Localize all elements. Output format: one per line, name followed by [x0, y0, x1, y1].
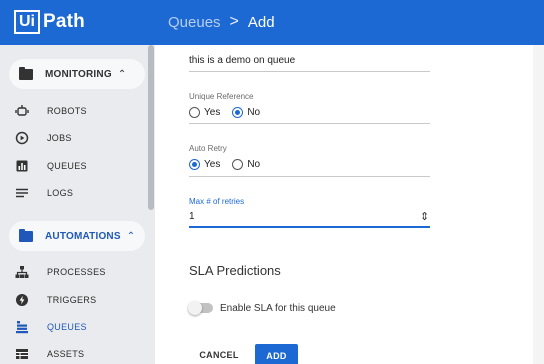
sidebar-item-label: QUEUES: [47, 322, 87, 332]
sidebar-item-triggers[interactable]: TRIGGERS: [14, 290, 96, 310]
hierarchy-icon: [14, 264, 30, 280]
sidebar-item-label: QUEUES: [47, 161, 87, 171]
sidebar-item-logs[interactable]: LOGS: [14, 183, 73, 203]
max-retries-underline: [189, 226, 430, 228]
sidebar-group-automations[interactable]: AUTOMATIONS ⌃: [9, 221, 145, 251]
radio-label: Yes: [204, 159, 221, 170]
lines-icon: [14, 185, 30, 201]
uipath-logo[interactable]: Ui Path: [14, 9, 85, 35]
unique-reference-label: Unique Reference: [189, 92, 254, 101]
unique-reference-no-radio[interactable]: [232, 107, 244, 118]
main-scrollbar[interactable]: [533, 45, 544, 364]
chevron-up-icon: ⌃: [126, 230, 136, 242]
sidebar-item-label: JOBS: [47, 133, 72, 143]
sidebar-item-label: PROCESSES: [47, 267, 106, 277]
sidebar-item-queues[interactable]: QUEUES: [14, 317, 87, 337]
play-circle-icon: [14, 130, 30, 146]
sidebar-group-label: AUTOMATIONS: [45, 230, 121, 242]
max-retries-input[interactable]: 1: [189, 211, 195, 222]
stack-icon: [14, 319, 30, 335]
sla-toggle-label: Enable SLA for this queue: [220, 303, 336, 314]
sla-predictions-title: SLA Predictions: [189, 263, 281, 278]
breadcrumb-queues[interactable]: Queues: [168, 14, 221, 31]
sidebar-group-monitoring[interactable]: MONITORING ⌃: [9, 59, 145, 89]
top-bar: Ui Path Queues > Add: [0, 0, 544, 45]
sidebar-item-label: ROBOTS: [47, 106, 87, 116]
auto-retry-radio-group: Yes No: [189, 159, 260, 170]
radio-label: No: [247, 159, 261, 170]
auto-retry-underline: [189, 176, 430, 177]
logo-text: Path: [43, 11, 85, 32]
unique-reference-underline: [189, 123, 430, 124]
sidebar-item-label: TRIGGERS: [47, 295, 97, 305]
sidebar-item-queues-monitoring[interactable]: QUEUES: [14, 156, 87, 176]
sidebar-item-jobs[interactable]: JOBS: [14, 128, 72, 148]
cancel-button[interactable]: CANCEL: [189, 344, 249, 364]
lightning-icon: [14, 292, 30, 308]
table-icon: [14, 346, 30, 362]
folder-icon: [19, 66, 33, 80]
sidebar-scrollbar[interactable]: [148, 45, 154, 210]
spinner-icon[interactable]: ⇕: [420, 210, 429, 223]
bar-chart-icon: [14, 158, 30, 174]
auto-retry-yes-radio[interactable]: [189, 159, 200, 170]
chevron-up-icon: ⌃: [117, 68, 127, 80]
auto-retry-no-radio[interactable]: [232, 159, 244, 170]
sidebar-item-processes[interactable]: PROCESSES: [14, 262, 106, 282]
max-retries-label: Max # of retries: [189, 197, 245, 206]
breadcrumb-current: Add: [247, 13, 275, 31]
logo-box: Ui: [14, 10, 40, 34]
sidebar-item-label: ASSETS: [47, 349, 85, 359]
folder-icon: [19, 228, 33, 242]
sidebar-item-label: LOGS: [47, 188, 74, 198]
sla-toggle[interactable]: [188, 301, 213, 315]
sidebar-item-assets[interactable]: ASSETS: [14, 344, 84, 364]
description-underline: [189, 71, 430, 72]
unique-reference-radio-group: Yes No: [189, 107, 260, 118]
sidebar-item-robots[interactable]: ROBOTS: [14, 101, 87, 121]
add-button[interactable]: ADD: [255, 344, 298, 364]
unique-reference-yes-radio[interactable]: [189, 107, 200, 118]
chevron-right-icon: >: [229, 13, 239, 30]
breadcrumb: Queues > Add: [168, 13, 275, 31]
auto-retry-label: Auto Retry: [189, 144, 227, 153]
robot-icon: [14, 103, 30, 119]
radio-label: Yes: [204, 107, 221, 118]
sidebar-group-label: MONITORING: [45, 68, 112, 80]
radio-label: No: [247, 107, 261, 118]
description-input[interactable]: this is a demo on queue: [189, 55, 295, 66]
